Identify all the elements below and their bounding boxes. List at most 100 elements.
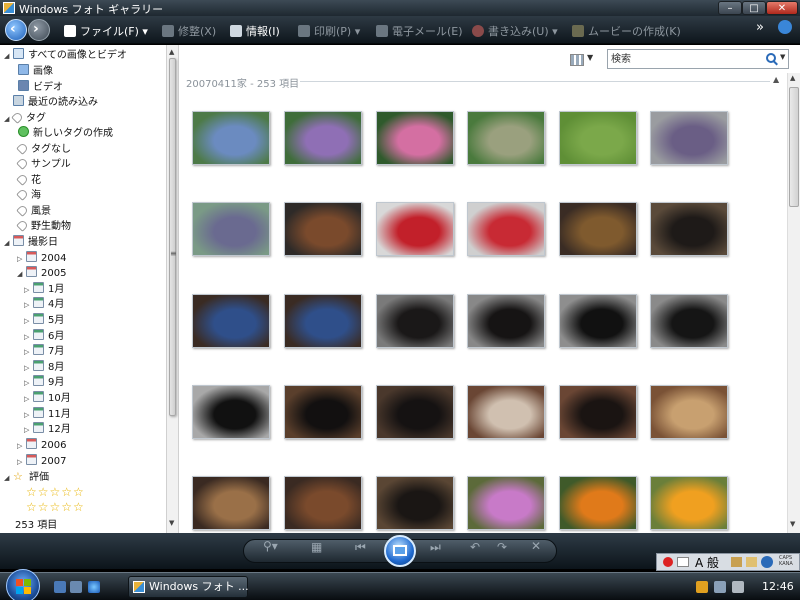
tree-month[interactable]: ▷ 9月	[24, 375, 64, 390]
actual-size-icon[interactable]: ▦	[311, 540, 322, 554]
photo-thumbnail[interactable]	[559, 111, 637, 165]
group-collapse-icon[interactable]: ▲	[773, 75, 779, 84]
scroll-down-arrow-icon[interactable]: ▼	[169, 519, 174, 527]
photo-thumbnail[interactable]	[467, 476, 545, 530]
photo-thumbnail[interactable]	[467, 385, 545, 439]
rating-filter-stars[interactable]: ☆☆☆☆☆	[26, 485, 85, 499]
switch-windows-icon[interactable]	[70, 581, 82, 593]
tree-month[interactable]: ▷ 1月	[24, 282, 64, 297]
taskbar-window-button[interactable]: Windows フォト ...	[128, 576, 249, 598]
tool-icon[interactable]	[746, 557, 757, 567]
more-commands-button[interactable]: »	[756, 20, 764, 35]
navigation-pane-scrollbar[interactable]: ▲ ≡ ▼	[166, 45, 179, 533]
tree-month[interactable]: ▷ 5月	[24, 313, 64, 328]
back-button[interactable]: ‹	[5, 19, 27, 41]
photo-thumbnail[interactable]	[192, 476, 270, 530]
scroll-up-arrow-icon[interactable]: ▲	[169, 48, 174, 56]
zoom-icon[interactable]: ⚲▾	[263, 539, 278, 553]
photo-thumbnail[interactable]	[467, 202, 545, 256]
next-icon[interactable]: ⏭	[430, 540, 441, 555]
show-desktop-icon[interactable]	[54, 581, 66, 593]
photo-thumbnail[interactable]	[192, 202, 270, 256]
photo-thumbnail[interactable]	[650, 385, 728, 439]
tree-date-taken[interactable]: ◢ 撮影日	[4, 235, 58, 250]
photo-thumbnail[interactable]	[284, 202, 362, 256]
network-icon[interactable]	[714, 581, 726, 593]
chevron-down-icon[interactable]: ▼	[587, 53, 593, 62]
splitter-grip-icon[interactable]: ≡	[170, 249, 177, 258]
make-movie-button[interactable]: ムービーの作成(K)	[572, 23, 681, 39]
previous-icon[interactable]: ⏮	[355, 540, 366, 555]
tree-images[interactable]: 画像	[18, 64, 53, 79]
photo-thumbnail[interactable]	[376, 111, 454, 165]
forward-button[interactable]: ›	[28, 19, 50, 41]
tree-month[interactable]: ▷ 6月	[24, 329, 64, 344]
photo-thumbnail[interactable]	[284, 476, 362, 530]
photo-thumbnail[interactable]	[559, 294, 637, 348]
photo-thumbnail[interactable]	[284, 385, 362, 439]
thumbnail-view-icon[interactable]	[570, 54, 584, 66]
slideshow-button[interactable]	[384, 535, 416, 567]
info-button[interactable]: 情報(I)	[230, 23, 280, 39]
clock[interactable]: 12:46	[762, 580, 794, 593]
input-method-icon[interactable]	[677, 557, 689, 567]
search-input[interactable]	[611, 52, 761, 66]
photo-thumbnail[interactable]	[376, 385, 454, 439]
tree-tags[interactable]: ◢ タグ	[4, 111, 46, 126]
rating-filter-stars[interactable]: ☆☆☆☆☆	[26, 500, 85, 514]
thumbnail-scrollbar[interactable]: ▲ ▼	[787, 73, 800, 533]
photo-thumbnail[interactable]	[192, 111, 270, 165]
photo-thumbnail[interactable]	[467, 294, 545, 348]
email-button[interactable]: 電子メール(E)	[376, 23, 463, 39]
delete-icon[interactable]: ✕	[531, 539, 541, 553]
photo-thumbnail[interactable]	[559, 385, 637, 439]
tree-year-2007[interactable]: ▷ 2007	[17, 454, 66, 469]
tree-tag-flower[interactable]: 花	[16, 173, 41, 188]
input-mode-indicator[interactable]: A 般	[695, 554, 719, 571]
photo-thumbnail[interactable]	[284, 294, 362, 348]
print-menu[interactable]: 印刷(P) ▾	[298, 23, 360, 39]
tree-recent-imports[interactable]: 最近の読み込み	[13, 95, 98, 110]
photo-thumbnail[interactable]	[376, 476, 454, 530]
photo-thumbnail[interactable]	[192, 385, 270, 439]
photo-thumbnail[interactable]	[467, 111, 545, 165]
fix-button[interactable]: 修整(X)	[162, 23, 216, 39]
tree-month[interactable]: ▷ 4月	[24, 297, 64, 312]
internet-explorer-icon[interactable]	[88, 581, 100, 593]
photo-thumbnail[interactable]	[650, 476, 728, 530]
maximize-button[interactable]: □	[742, 1, 766, 15]
photo-thumbnail[interactable]	[284, 111, 362, 165]
tree-tag-sample[interactable]: サンプル	[16, 157, 71, 172]
search-icon[interactable]	[766, 53, 776, 63]
language-bar[interactable]: A 般 CAPS KANA	[656, 553, 800, 571]
rotate-right-icon[interactable]: ↷	[497, 540, 507, 554]
tree-tag-wildlife[interactable]: 野生動物	[16, 219, 71, 234]
photo-thumbnail[interactable]	[650, 111, 728, 165]
ime-status-icon[interactable]	[663, 557, 673, 567]
photo-thumbnail[interactable]	[192, 294, 270, 348]
help-icon[interactable]	[761, 556, 773, 568]
volume-icon[interactable]	[732, 581, 744, 593]
help-button[interactable]	[778, 20, 796, 35]
close-button[interactable]: ✕	[766, 1, 798, 15]
tree-rating[interactable]: ◢ ☆ 評価	[4, 469, 49, 484]
scroll-down-arrow-icon[interactable]: ▼	[790, 520, 795, 528]
tree-month[interactable]: ▷ 12月	[24, 422, 71, 437]
search-box[interactable]: ▼	[607, 49, 789, 69]
tree-month[interactable]: ▷ 11月	[24, 407, 71, 422]
photo-thumbnail[interactable]	[376, 294, 454, 348]
start-button[interactable]	[6, 569, 40, 600]
tree-videos[interactable]: ビデオ	[18, 80, 63, 95]
tree-month[interactable]: ▷ 8月	[24, 360, 64, 375]
tree-tag-sea[interactable]: 海	[16, 188, 41, 203]
photo-thumbnail[interactable]	[650, 294, 728, 348]
scrollbar-thumb[interactable]	[169, 58, 176, 416]
scroll-up-arrow-icon[interactable]: ▲	[790, 74, 795, 82]
tree-no-tag[interactable]: タグなし	[16, 142, 71, 157]
dictionary-icon[interactable]	[731, 557, 742, 567]
security-shield-icon[interactable]	[696, 581, 708, 593]
tree-new-tag[interactable]: 新しいタグの作成	[18, 126, 113, 141]
tree-tag-scenery[interactable]: 風景	[16, 204, 51, 219]
scrollbar-thumb[interactable]	[789, 87, 799, 207]
tree-month[interactable]: ▷ 7月	[24, 344, 64, 359]
